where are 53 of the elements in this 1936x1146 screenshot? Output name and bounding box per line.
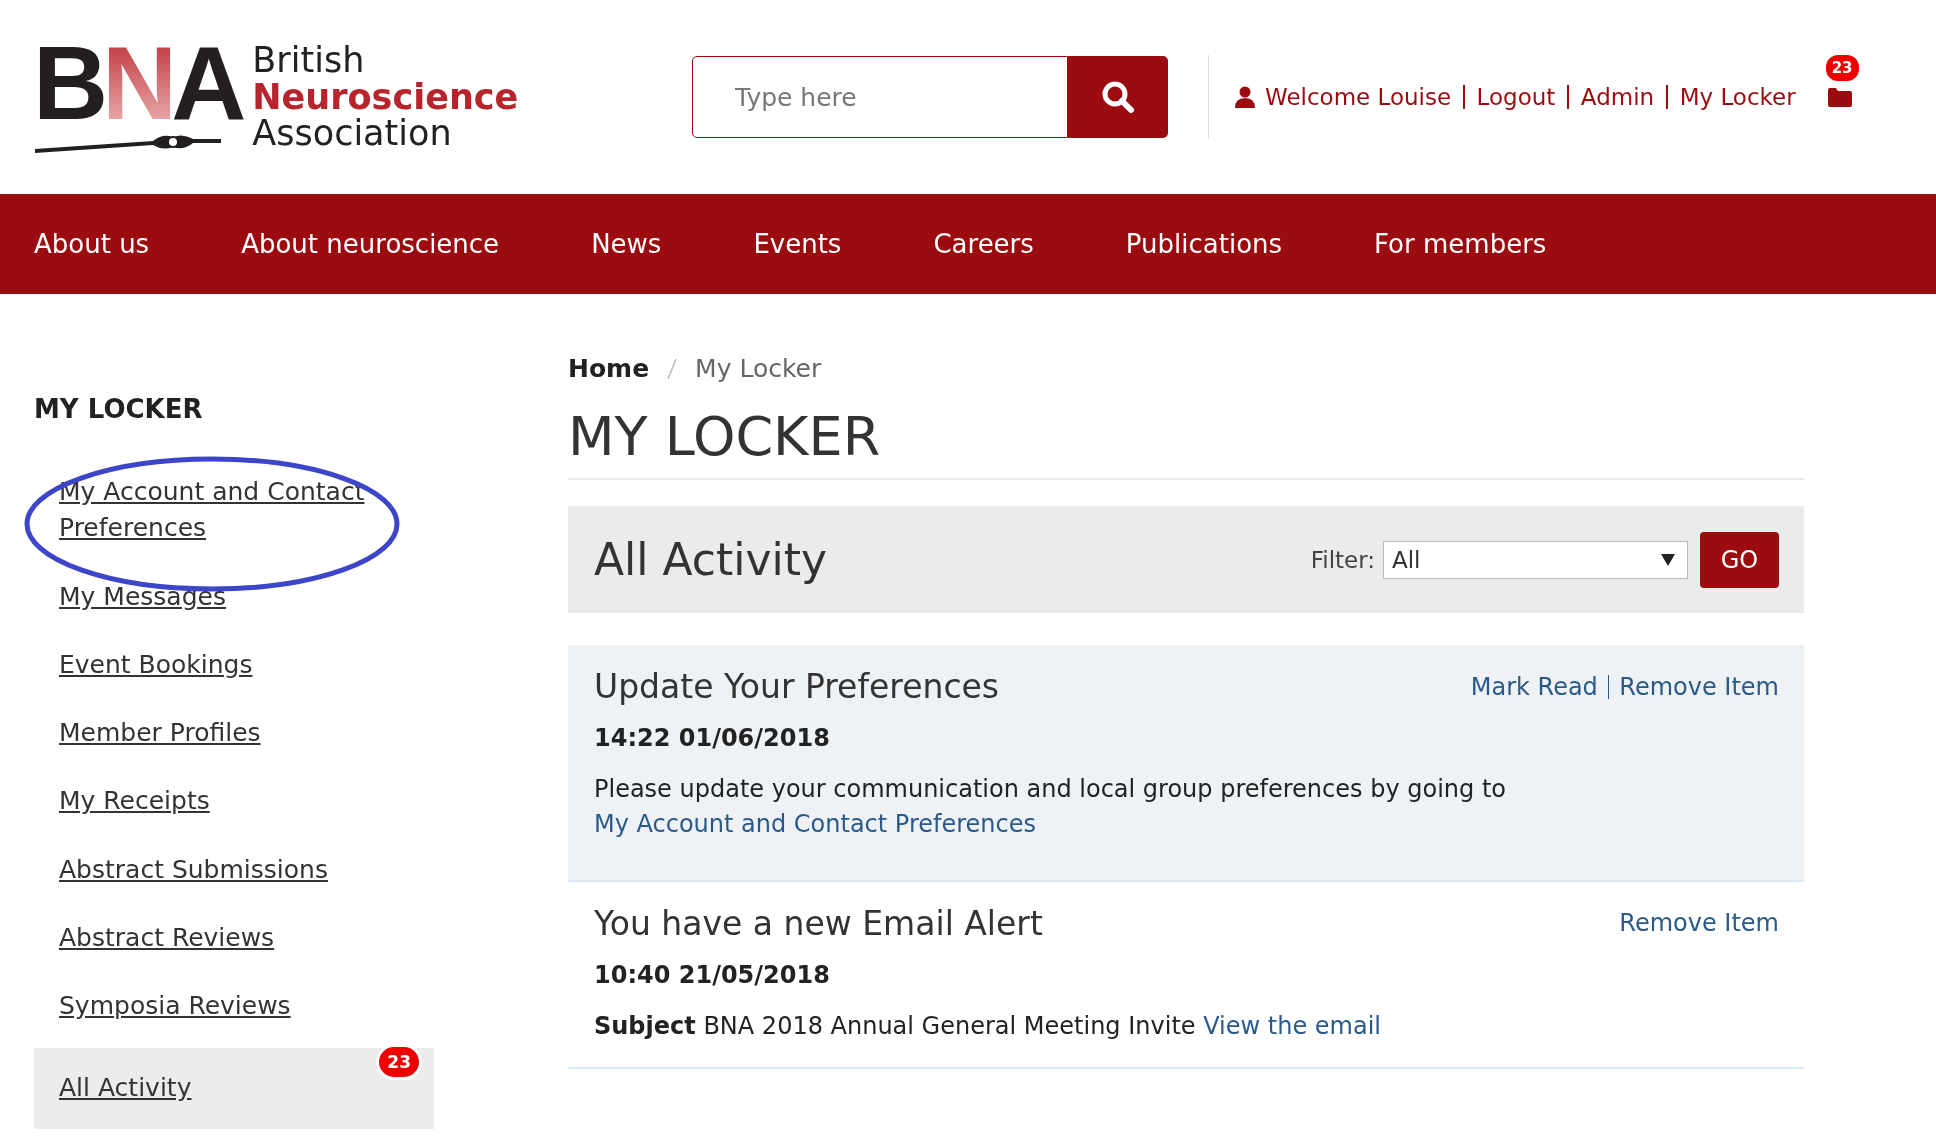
search-button[interactable]	[1068, 56, 1168, 138]
logo-text: Association	[252, 115, 453, 153]
user-link[interactable]: Logout	[1476, 84, 1556, 110]
sidebar-item[interactable]: Symposia Reviews	[34, 972, 434, 1041]
action-link[interactable]: Remove Item	[1619, 909, 1779, 938]
notification-badge: 23	[1823, 53, 1861, 83]
activity-title: Update Your Preferences	[594, 667, 1000, 706]
folder-icon[interactable]	[1827, 87, 1852, 107]
activity-message: Please update your communication and local group preferences by going to My Account and Contact Preferences	[594, 774, 1507, 840]
sidebar-item[interactable]: My Receipts	[34, 767, 434, 836]
message-link[interactable]: View the email	[1203, 1011, 1381, 1040]
logo-text: British	[252, 41, 366, 79]
filter-label: Filter:	[1310, 546, 1375, 573]
user-icon	[1235, 86, 1255, 108]
panel-title: All Activity	[594, 534, 828, 585]
nav-link[interactable]: About neuroscience	[241, 229, 500, 259]
logo-text: Neuroscience	[252, 78, 519, 116]
breadcrumb-current: My Locker	[695, 354, 822, 383]
message-link[interactable]: My Account and Contact Preferences	[594, 809, 1036, 838]
go-button[interactable]: GO	[1700, 531, 1779, 588]
user-link[interactable]: Welcome Louise	[1265, 84, 1452, 110]
user-link[interactable]: My Locker	[1679, 84, 1796, 110]
action-link[interactable]: Remove Item	[1619, 672, 1779, 701]
activity-date: 10:40 21/05/2018	[594, 960, 831, 989]
sidebar-item[interactable]: My Messages	[34, 562, 434, 631]
divider	[1666, 85, 1668, 109]
sidebar-item[interactable]: Event Bookings	[34, 630, 434, 699]
nav-link[interactable]: Careers	[933, 229, 1034, 259]
divider	[1463, 85, 1465, 109]
user-link[interactable]: Admin	[1580, 84, 1655, 110]
nav-link[interactable]: News	[591, 229, 662, 259]
nav-link[interactable]: About us	[34, 229, 150, 259]
activity-title: You have a new Email Alert	[594, 903, 1043, 943]
count-badge: 23	[376, 1044, 422, 1081]
breadcrumb-link[interactable]: Home	[568, 354, 650, 383]
activity-message: Subject BNA 2018 Annual General Meeting Invite View the email	[594, 1010, 1382, 1042]
divider	[1567, 85, 1569, 109]
logo-letters: BNA	[33, 38, 241, 128]
page-title: MY LOCKER	[568, 405, 1804, 480]
dropdown-arrow-icon	[1661, 553, 1675, 566]
search-icon	[1101, 80, 1135, 114]
activity-date: 14:22 01/06/2018	[594, 724, 831, 752]
sidebar-item[interactable]: Abstract Submissions	[34, 835, 434, 904]
search-field[interactable]: Type here	[692, 56, 1068, 138]
nav-link[interactable]: For members	[1374, 229, 1547, 259]
action-link[interactable]: Mark Read	[1470, 672, 1598, 701]
sidebar-item[interactable]: Abstract Reviews	[34, 903, 434, 972]
nav-link[interactable]: Events	[753, 229, 842, 259]
slash-icon	[667, 358, 678, 379]
sidebar-title: MY LOCKER	[34, 394, 204, 424]
filter-dropdown[interactable]: All	[1383, 540, 1688, 579]
nav-link[interactable]: Publications	[1125, 229, 1283, 259]
sidebar-item[interactable]: Member Profiles	[34, 699, 434, 768]
